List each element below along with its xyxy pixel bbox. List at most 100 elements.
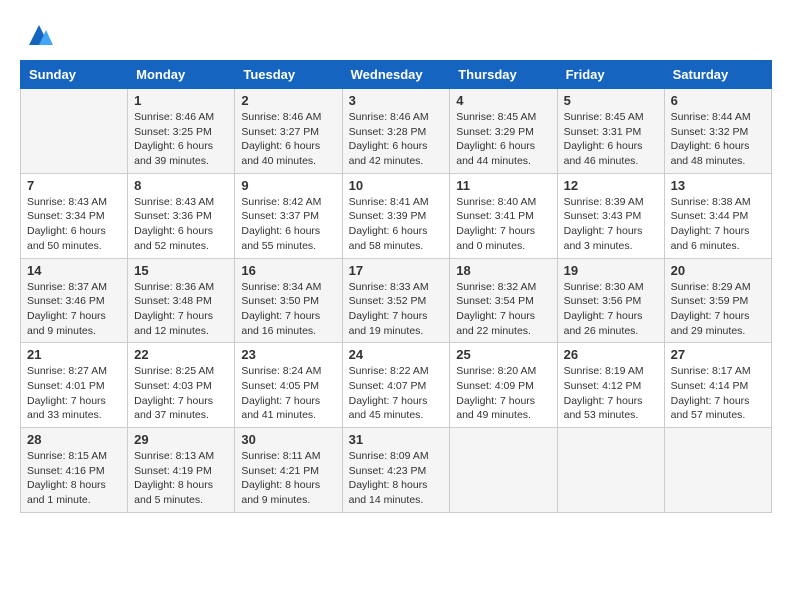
calendar-cell: 6 Sunrise: 8:44 AMSunset: 3:32 PMDaylight…: [664, 89, 771, 174]
calendar-cell: 22 Sunrise: 8:25 AMSunset: 4:03 PMDayligh…: [128, 343, 235, 428]
day-info: Sunrise: 8:25 AMSunset: 4:03 PMDaylight:…: [134, 364, 228, 423]
header-day-saturday: Saturday: [664, 61, 771, 89]
day-number: 4: [456, 93, 550, 108]
day-info: Sunrise: 8:13 AMSunset: 4:19 PMDaylight:…: [134, 449, 228, 508]
day-info: Sunrise: 8:33 AMSunset: 3:52 PMDaylight:…: [349, 280, 444, 339]
calendar-cell: 14Sunrise: 8:37 AMSunset: 3:46 PMDayligh…: [21, 258, 128, 343]
day-info: Sunrise: 8:32 AMSunset: 3:54 PMDaylight:…: [456, 280, 550, 339]
calendar-cell: 4 Sunrise: 8:45 AMSunset: 3:29 PMDaylight…: [450, 89, 557, 174]
day-number: 9: [241, 178, 335, 193]
day-number: 31: [349, 432, 444, 447]
day-info: Sunrise: 8:27 AMSunset: 4:01 PMDaylight:…: [27, 364, 121, 423]
day-info: Sunrise: 8:40 AMSunset: 3:41 PMDaylight:…: [456, 195, 550, 254]
day-number: 20: [671, 263, 765, 278]
week-row-3: 14Sunrise: 8:37 AMSunset: 3:46 PMDayligh…: [21, 258, 772, 343]
calendar-cell: 19Sunrise: 8:30 AMSunset: 3:56 PMDayligh…: [557, 258, 664, 343]
day-number: 25: [456, 347, 550, 362]
calendar-cell: 12 Sunrise: 8:39 AMSunset: 3:43 PMDayligh…: [557, 173, 664, 258]
day-number: 28: [27, 432, 121, 447]
calendar-cell: 5 Sunrise: 8:45 AMSunset: 3:31 PMDaylight…: [557, 89, 664, 174]
day-number: 5: [564, 93, 658, 108]
calendar-cell: 27Sunrise: 8:17 AMSunset: 4:14 PMDayligh…: [664, 343, 771, 428]
week-row-4: 21 Sunrise: 8:27 AMSunset: 4:01 PMDayligh…: [21, 343, 772, 428]
calendar-cell: 20 Sunrise: 8:29 AMSunset: 3:59 PMDayligh…: [664, 258, 771, 343]
day-number: 24: [349, 347, 444, 362]
calendar-cell: 30Sunrise: 8:11 AMSunset: 4:21 PMDayligh…: [235, 428, 342, 513]
header-day-wednesday: Wednesday: [342, 61, 450, 89]
day-info: Sunrise: 8:44 AMSunset: 3:32 PMDaylight:…: [671, 110, 765, 169]
day-number: 18: [456, 263, 550, 278]
header-day-tuesday: Tuesday: [235, 61, 342, 89]
day-number: 10: [349, 178, 444, 193]
day-info: Sunrise: 8:39 AMSunset: 3:43 PMDaylight:…: [564, 195, 658, 254]
calendar-cell: 25 Sunrise: 8:20 AMSunset: 4:09 PMDayligh…: [450, 343, 557, 428]
calendar-cell: 18 Sunrise: 8:32 AMSunset: 3:54 PMDayligh…: [450, 258, 557, 343]
header-row: SundayMondayTuesdayWednesdayThursdayFrid…: [21, 61, 772, 89]
day-info: Sunrise: 8:37 AMSunset: 3:46 PMDaylight:…: [27, 280, 121, 339]
day-info: Sunrise: 8:20 AMSunset: 4:09 PMDaylight:…: [456, 364, 550, 423]
day-number: 23: [241, 347, 335, 362]
day-info: Sunrise: 8:29 AMSunset: 3:59 PMDaylight:…: [671, 280, 765, 339]
day-number: 7: [27, 178, 121, 193]
day-info: Sunrise: 8:42 AMSunset: 3:37 PMDaylight:…: [241, 195, 335, 254]
day-number: 3: [349, 93, 444, 108]
calendar-cell: 10 Sunrise: 8:41 AMSunset: 3:39 PMDayligh…: [342, 173, 450, 258]
day-number: 12: [564, 178, 658, 193]
calendar-cell: 26 Sunrise: 8:19 AMSunset: 4:12 PMDayligh…: [557, 343, 664, 428]
calendar-cell: 15 Sunrise: 8:36 AMSunset: 3:48 PMDayligh…: [128, 258, 235, 343]
day-info: Sunrise: 8:46 AMSunset: 3:25 PMDaylight:…: [134, 110, 228, 169]
day-number: 30: [241, 432, 335, 447]
day-info: Sunrise: 8:36 AMSunset: 3:48 PMDaylight:…: [134, 280, 228, 339]
day-info: Sunrise: 8:43 AMSunset: 3:36 PMDaylight:…: [134, 195, 228, 254]
day-info: Sunrise: 8:45 AMSunset: 3:29 PMDaylight:…: [456, 110, 550, 169]
day-info: Sunrise: 8:41 AMSunset: 3:39 PMDaylight:…: [349, 195, 444, 254]
day-info: Sunrise: 8:30 AMSunset: 3:56 PMDaylight:…: [564, 280, 658, 339]
calendar-cell: 8Sunrise: 8:43 AMSunset: 3:36 PMDaylight…: [128, 173, 235, 258]
header: [20, 20, 772, 50]
day-info: Sunrise: 8:19 AMSunset: 4:12 PMDaylight:…: [564, 364, 658, 423]
day-info: Sunrise: 8:46 AMSunset: 3:28 PMDaylight:…: [349, 110, 444, 169]
calendar-cell: 9 Sunrise: 8:42 AMSunset: 3:37 PMDaylight…: [235, 173, 342, 258]
header-day-friday: Friday: [557, 61, 664, 89]
day-number: 22: [134, 347, 228, 362]
day-number: 13: [671, 178, 765, 193]
calendar-cell: [557, 428, 664, 513]
week-row-5: 28 Sunrise: 8:15 AMSunset: 4:16 PMDayligh…: [21, 428, 772, 513]
calendar-cell: 28 Sunrise: 8:15 AMSunset: 4:16 PMDayligh…: [21, 428, 128, 513]
day-info: Sunrise: 8:46 AMSunset: 3:27 PMDaylight:…: [241, 110, 335, 169]
day-info: Sunrise: 8:43 AMSunset: 3:34 PMDaylight:…: [27, 195, 121, 254]
calendar-cell: 29 Sunrise: 8:13 AMSunset: 4:19 PMDayligh…: [128, 428, 235, 513]
day-number: 15: [134, 263, 228, 278]
calendar-cell: 7 Sunrise: 8:43 AMSunset: 3:34 PMDaylight…: [21, 173, 128, 258]
day-info: Sunrise: 8:22 AMSunset: 4:07 PMDaylight:…: [349, 364, 444, 423]
week-row-2: 7 Sunrise: 8:43 AMSunset: 3:34 PMDaylight…: [21, 173, 772, 258]
calendar-cell: 13 Sunrise: 8:38 AMSunset: 3:44 PMDayligh…: [664, 173, 771, 258]
calendar-cell: 11 Sunrise: 8:40 AMSunset: 3:41 PMDayligh…: [450, 173, 557, 258]
day-info: Sunrise: 8:24 AMSunset: 4:05 PMDaylight:…: [241, 364, 335, 423]
calendar-cell: 17Sunrise: 8:33 AMSunset: 3:52 PMDayligh…: [342, 258, 450, 343]
day-info: Sunrise: 8:15 AMSunset: 4:16 PMDaylight:…: [27, 449, 121, 508]
day-number: 11: [456, 178, 550, 193]
calendar-cell: 3 Sunrise: 8:46 AMSunset: 3:28 PMDaylight…: [342, 89, 450, 174]
day-number: 29: [134, 432, 228, 447]
day-info: Sunrise: 8:34 AMSunset: 3:50 PMDaylight:…: [241, 280, 335, 339]
day-number: 26: [564, 347, 658, 362]
calendar-table: SundayMondayTuesdayWednesdayThursdayFrid…: [20, 60, 772, 513]
calendar-cell: [21, 89, 128, 174]
header-day-thursday: Thursday: [450, 61, 557, 89]
calendar-cell: 2Sunrise: 8:46 AMSunset: 3:27 PMDaylight…: [235, 89, 342, 174]
header-day-monday: Monday: [128, 61, 235, 89]
logo: [20, 20, 54, 50]
logo-icon: [24, 20, 54, 50]
day-info: Sunrise: 8:45 AMSunset: 3:31 PMDaylight:…: [564, 110, 658, 169]
day-number: 6: [671, 93, 765, 108]
day-number: 1: [134, 93, 228, 108]
day-number: 16: [241, 263, 335, 278]
calendar-cell: 21 Sunrise: 8:27 AMSunset: 4:01 PMDayligh…: [21, 343, 128, 428]
header-day-sunday: Sunday: [21, 61, 128, 89]
day-number: 21: [27, 347, 121, 362]
calendar-cell: 31Sunrise: 8:09 AMSunset: 4:23 PMDayligh…: [342, 428, 450, 513]
day-number: 27: [671, 347, 765, 362]
day-info: Sunrise: 8:38 AMSunset: 3:44 PMDaylight:…: [671, 195, 765, 254]
calendar-cell: 16 Sunrise: 8:34 AMSunset: 3:50 PMDayligh…: [235, 258, 342, 343]
